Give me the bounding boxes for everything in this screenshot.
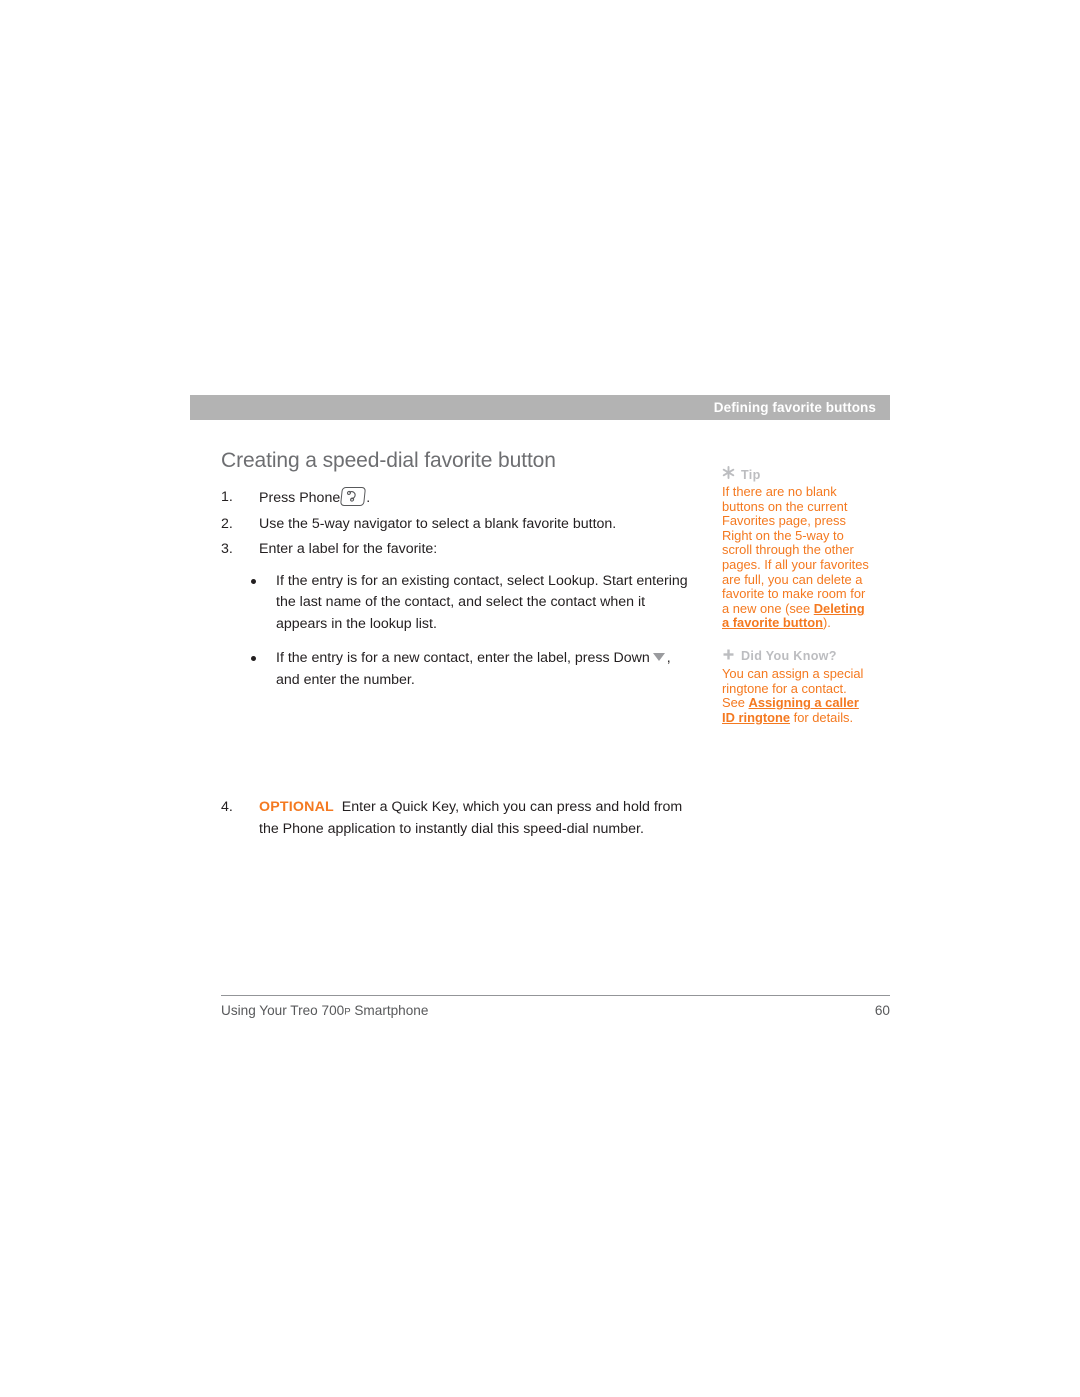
step-number: 4. (221, 799, 233, 815)
phone-keycap-icon (340, 487, 367, 507)
bullet-text: If the entry is for a new contact, enter… (276, 650, 650, 667)
document-page: Defining favorite buttons Creating a spe… (0, 0, 1080, 1397)
tip-text-part2: ). (822, 615, 831, 631)
step-number: 1. (221, 489, 233, 506)
optional-step-block: 4. OPTIONAL Enter a Quick Key, which you … (221, 797, 701, 846)
numbered-step: 3. Enter a label for the favorite: (221, 539, 691, 561)
footer-title-before: Using Your Treo 700 (221, 1003, 345, 1018)
bullet-list: If the entry is for an existing contact,… (221, 571, 691, 692)
running-header-title: Defining favorite buttons (713, 400, 876, 415)
bullet-dot (251, 656, 256, 662)
running-header-bar: Defining favorite buttons (190, 395, 890, 420)
did-you-know-header: Did You Know? (722, 648, 872, 665)
step-number: 3. (221, 541, 233, 558)
bullet-text: If the entry is for an existing contact,… (276, 572, 688, 632)
step-text: Enter a label for the favorite: (259, 541, 438, 558)
tip-note-label: Tip (741, 467, 761, 482)
tip-text-part1: If there are no blank buttons on the cur… (722, 484, 869, 616)
tip-note-body: If there are no blank buttons on the cur… (722, 484, 872, 631)
tip-note-header: Tip (722, 466, 872, 483)
numbered-step: 1. Press Phone. (221, 487, 691, 510)
step-number: 2. (221, 515, 233, 532)
bullet-dot (251, 578, 256, 584)
list-item: If the entry is for a new contact, enter… (221, 648, 691, 691)
page-heading: Creating a speed-dial favorite button (221, 449, 556, 472)
numbered-step: 2. Use the 5-way navigator to select a bl… (221, 514, 691, 536)
numbered-step: 4. OPTIONAL Enter a Quick Key, which you … (221, 797, 701, 840)
did-you-know-label: Did You Know? (741, 649, 837, 664)
step-text: Use the 5-way navigator to select a blan… (259, 515, 617, 532)
did-you-know-note: Did You Know? You can assign a special r… (722, 648, 872, 725)
page-footer: Using Your Treo 700P Smartphone 60 (221, 995, 890, 1018)
did-you-know-body: You can assign a special ringtone for a … (722, 666, 872, 725)
main-content-column: Creating a speed-dial favorite button 1.… (221, 448, 691, 704)
triangle-down-icon (652, 653, 665, 662)
footer-page-number: 60 (874, 1003, 890, 1018)
asterisk-icon (722, 466, 735, 483)
list-item: If the entry is for an existing contact,… (221, 571, 691, 636)
tip-note: Tip If there are no blank buttons on the… (722, 466, 872, 631)
plus-icon (722, 648, 735, 665)
step-text: Press Phone (259, 490, 341, 507)
step-text-after: . (366, 490, 371, 507)
optional-tag: OPTIONAL (259, 799, 334, 815)
footer-title-after: Smartphone (350, 1003, 429, 1018)
dyk-text-part2: for details. (790, 709, 854, 725)
footer-document-title: Using Your Treo 700P Smartphone (221, 1003, 428, 1018)
sidebar-notes: Tip If there are no blank buttons on the… (722, 466, 872, 731)
